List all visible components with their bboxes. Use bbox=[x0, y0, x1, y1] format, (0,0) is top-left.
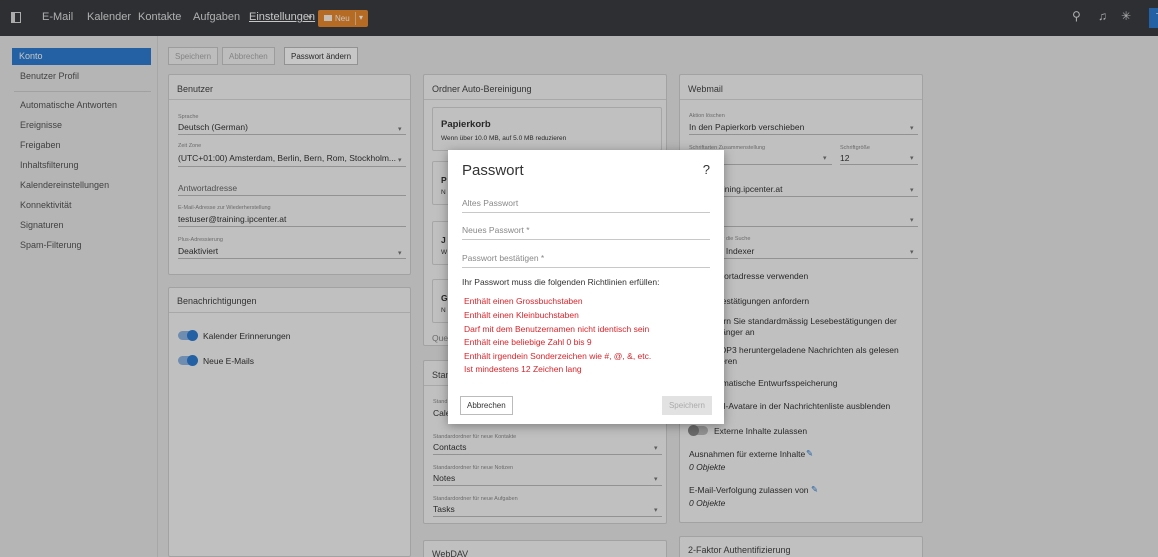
policy-rule: Enthält eine beliebige Zahl 0 bis 9 bbox=[464, 337, 592, 347]
password-policy-info: Ihr Passwort muss die folgenden Richtlin… bbox=[462, 277, 660, 287]
policy-rule: Ist mindestens 12 Zeichen lang bbox=[464, 364, 582, 374]
help-icon[interactable]: ? bbox=[703, 162, 710, 177]
dialog-save-button[interactable]: Speichern bbox=[661, 396, 712, 415]
old-password-input[interactable]: Altes Passwort bbox=[462, 198, 518, 208]
dialog-title: Passwort bbox=[462, 162, 524, 179]
policy-rule: Enthält einen Grossbuchstaben bbox=[464, 296, 583, 306]
dialog-cancel-button[interactable]: Abbrechen bbox=[460, 396, 513, 415]
password-dialog: Passwort ? Altes Passwort Neues Passwort… bbox=[448, 150, 724, 424]
policy-rule: Enthält irgendein Sonderzeichen wie #, @… bbox=[464, 351, 652, 361]
field-underline bbox=[462, 267, 710, 268]
field-underline bbox=[462, 239, 710, 240]
policy-rule: Darf mit dem Benutzernamen nicht identis… bbox=[464, 324, 650, 334]
confirm-password-input[interactable]: Passwort bestätigen * bbox=[462, 253, 544, 263]
new-password-input[interactable]: Neues Passwort * bbox=[462, 225, 530, 235]
policy-rule: Enthält einen Kleinbuchstaben bbox=[464, 310, 579, 320]
field-underline bbox=[462, 212, 710, 213]
